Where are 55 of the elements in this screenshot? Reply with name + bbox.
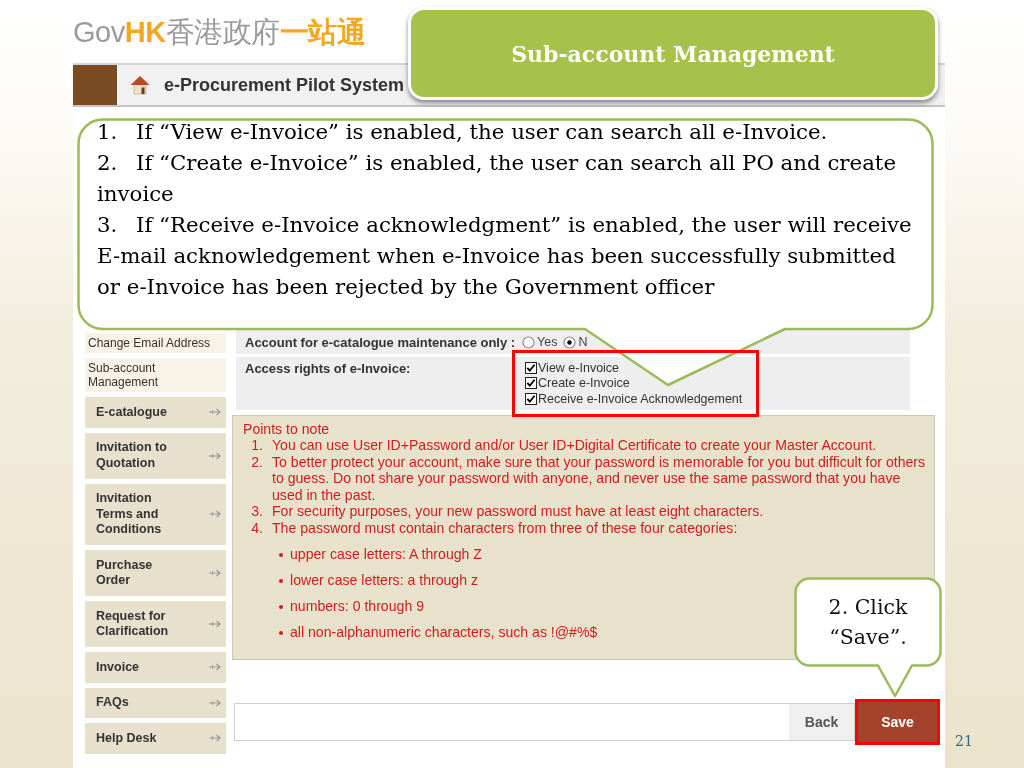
- bullet-icon: [279, 630, 283, 635]
- callout-text: 2. Click “Save”.: [827, 593, 909, 651]
- note-item: 1. You can use User ID+Password and/or User ID+Digital Certificate to create your Master Account.: [250, 437, 878, 454]
- sidebar-item[interactable]: Invitation to Quotation: [85, 432, 226, 479]
- slide-title: Sub-account Management: [408, 7, 938, 100]
- note-item: 4. The password must contain characters from three of these four categories:: [250, 519, 739, 536]
- note-item: 2. To better protect your account, make sure that your password is memorable for you but difficult for others to guess. Do not share your password with anyone, and never use the same password that you have used in the past.: [250, 453, 927, 503]
- arrow-icon: [209, 663, 221, 672]
- checkbox[interactable]: [525, 392, 537, 405]
- sidebar-item[interactable]: Invoice: [85, 652, 226, 683]
- sidebar-item[interactable]: Request for Clarification: [85, 601, 226, 647]
- callout-text: 2. If “Create e-Invoice” is enabled, the user can search all PO and create invoice: [97, 149, 897, 208]
- sidebar-item[interactable]: Purchase Order: [85, 550, 226, 596]
- arrow-icon: [209, 510, 221, 519]
- arrow-icon: [209, 408, 221, 417]
- arrow-icon: [209, 569, 221, 577]
- sidebar-item[interactable]: Invitation Terms and Conditions: [85, 483, 226, 545]
- bullet-icon: [279, 552, 283, 557]
- note-text: numbers: 0 through 9: [290, 598, 424, 615]
- page-number: 21: [955, 733, 973, 749]
- radio-button[interactable]: [563, 335, 577, 349]
- checkbox-label: Receive e-Invoice Acknowledgement: [538, 391, 743, 406]
- checkbox-label: View e-Invoice: [538, 360, 620, 375]
- checkbox[interactable]: [525, 377, 537, 390]
- field-label: Account for e-catalogue maintenance only :: [245, 334, 517, 350]
- sidebar-item[interactable]: E-catalogue: [85, 397, 226, 428]
- header-accent: [73, 65, 117, 105]
- notes-heading: Points to note: [243, 420, 331, 437]
- radio-label: N: [578, 335, 588, 349]
- radio-label: Yes: [537, 335, 558, 349]
- arrow-icon: [209, 451, 221, 460]
- field-label: Access rights of e-Invoice:: [245, 360, 412, 377]
- note-text: upper case letters: A through Z: [290, 546, 482, 563]
- logo: GovHK香港政府一站通: [73, 15, 366, 48]
- arrow-icon: [209, 620, 221, 628]
- house-icon: [130, 75, 150, 95]
- checkbox[interactable]: [525, 361, 537, 374]
- sidebar-link[interactable]: Sub-account Management: [85, 358, 226, 392]
- callout-text: 3. If “Receive e-Invoice acknowledgment” is enabled, the user will receive E-mail acknowledgement when e-Invoice has been successfully submitted or e-Invoice has been rejected by the Government officer: [97, 211, 912, 301]
- bullet-icon: [279, 578, 283, 583]
- callout-text: 1. If “View e-Invoice” is enabled, the user can search all e-Invoice.: [97, 118, 829, 146]
- note-item: 3. For security purposes, your new password must have at least eight characters.: [250, 503, 765, 520]
- sidebar-item[interactable]: Help Desk: [85, 723, 226, 754]
- sidebar-link[interactable]: Change Email Address: [85, 333, 226, 353]
- sidebar-item[interactable]: FAQs: [85, 687, 226, 718]
- checkbox-label: Create e-Invoice: [538, 376, 630, 391]
- system-title: e-Procurement Pilot System: [164, 74, 405, 96]
- radio-button[interactable]: [522, 335, 535, 349]
- back-button[interactable]: Back: [789, 703, 854, 740]
- note-text: lower case letters: a through z: [290, 572, 478, 589]
- arrow-icon: [209, 698, 221, 707]
- save-button[interactable]: Save: [858, 701, 937, 742]
- arrow-icon: [209, 734, 221, 743]
- note-text: all non-alphanumeric characters, such as !@#%$: [290, 624, 598, 641]
- bullet-icon: [279, 604, 283, 609]
